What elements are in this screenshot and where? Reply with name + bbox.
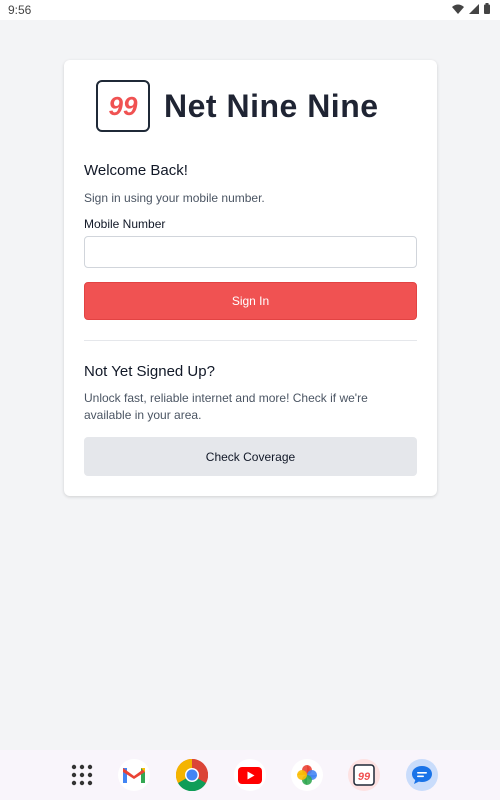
sign-in-button[interactable]: Sign In (84, 282, 417, 320)
battery-icon (484, 3, 490, 14)
mobile-number-label: Mobile Number (84, 217, 166, 231)
welcome-title: Welcome Back! (84, 162, 188, 179)
signal-icon (469, 3, 479, 14)
status-bar: 9:56 (0, 0, 500, 20)
logo-mark-icon: 99 (96, 80, 150, 132)
messages-icon[interactable] (406, 759, 438, 791)
signin-card: 99 Net Nine Nine Welcome Back! Sign in u… (64, 60, 437, 496)
mobile-number-input[interactable] (84, 236, 417, 268)
app-drawer-icon[interactable] (66, 759, 98, 791)
brand-name: Net Nine Nine (164, 87, 379, 124)
chrome-icon[interactable] (176, 759, 208, 791)
brand-logo: 99 Net Nine Nine (96, 80, 379, 132)
logo-mark-text: 99 (109, 91, 138, 121)
check-coverage-button[interactable]: Check Coverage (84, 437, 417, 476)
signup-title: Not Yet Signed Up? (84, 363, 215, 380)
wifi-icon (452, 4, 464, 14)
youtube-icon[interactable] (234, 759, 266, 791)
gmail-icon[interactable] (118, 759, 150, 791)
status-time: 9:56 (8, 3, 32, 17)
app-dock: 99 (0, 750, 500, 800)
status-icons (452, 3, 490, 14)
photos-icon[interactable] (291, 759, 323, 791)
welcome-subtitle: Sign in using your mobile number. (84, 191, 265, 205)
signup-description: Unlock fast, reliable internet and more!… (84, 391, 368, 422)
divider (84, 340, 417, 341)
netninenine-app-icon[interactable]: 99 (348, 759, 380, 791)
netninenine-app-icon-text: 99 (358, 771, 371, 783)
